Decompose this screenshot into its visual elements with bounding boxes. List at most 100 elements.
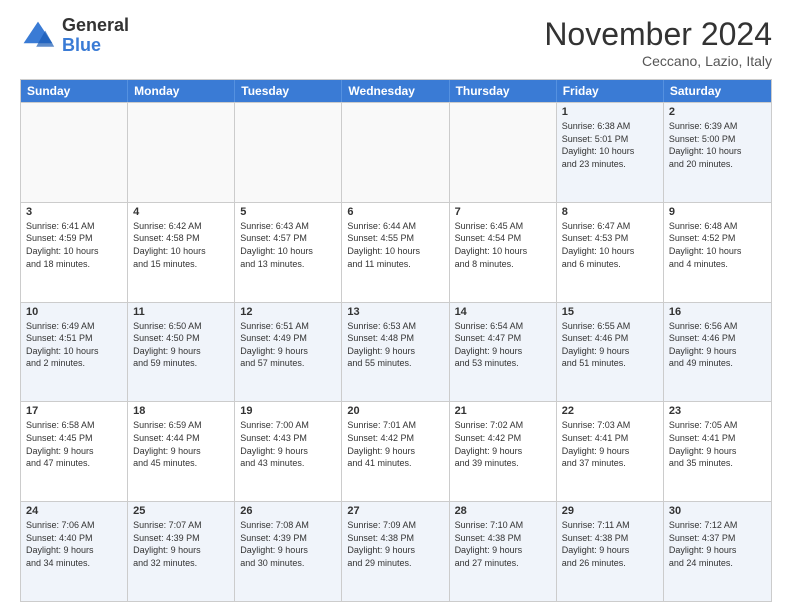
day-cell-21: 21 Sunrise: 7:02 AMSunset: 4:42 PMDayligh…	[450, 402, 557, 501]
day-number: 10	[26, 306, 122, 318]
calendar: SundayMondayTuesdayWednesdayThursdayFrid…	[20, 79, 772, 602]
day-number: 21	[455, 405, 551, 417]
day-info: Sunrise: 6:38 AMSunset: 5:01 PMDaylight:…	[562, 120, 658, 170]
day-cell-20: 20Sunrise: 7:01 AMSunset: 4:42 PMDayligh…	[342, 402, 449, 501]
day-info: Sunrise: 7:09 AMSunset: 4:38 PMDaylight:…	[347, 519, 443, 569]
day-number: 7	[455, 206, 551, 218]
day-number: 19	[240, 405, 336, 417]
month-title: November 2024	[544, 16, 772, 53]
weekday-header-wednesday: Wednesday	[342, 80, 449, 102]
day-info: Sunrise: 7:06 AMSunset: 4:40 PMDaylight:…	[26, 519, 122, 569]
day-cell-7: 7Sunrise: 6:45 AMSunset: 4:54 PMDaylight…	[450, 203, 557, 302]
logo-text: General Blue	[62, 16, 129, 56]
weekday-header-sunday: Sunday	[21, 80, 128, 102]
day-info: Sunrise: 6:50 AMSunset: 4:50 PMDaylight:…	[133, 320, 229, 370]
day-number: 26	[240, 505, 336, 517]
calendar-row-1: 3 Sunrise: 6:41 AMSunset: 4:59 PMDaylight…	[21, 202, 771, 302]
day-info: Sunrise: 6:58 AMSunset: 4:45 PMDaylight:…	[26, 419, 122, 469]
day-number: 8	[562, 206, 658, 218]
weekday-header-friday: Friday	[557, 80, 664, 102]
page: General Blue November 2024 Ceccano, Lazi…	[0, 0, 792, 612]
day-cell-3: 3 Sunrise: 6:41 AMSunset: 4:59 PMDaylight…	[21, 203, 128, 302]
weekday-header-thursday: Thursday	[450, 80, 557, 102]
day-cell-18: 18 Sunrise: 6:59 AMSunset: 4:44 PMDayligh…	[128, 402, 235, 501]
day-cell-17: 17 Sunrise: 6:58 AMSunset: 4:45 PMDayligh…	[21, 402, 128, 501]
day-number: 22	[562, 405, 658, 417]
day-number: 5	[240, 206, 336, 218]
location: Ceccano, Lazio, Italy	[544, 53, 772, 69]
day-cell-12: 12 Sunrise: 6:51 AMSunset: 4:49 PMDayligh…	[235, 303, 342, 402]
day-number: 11	[133, 306, 229, 318]
day-info: Sunrise: 7:05 AMSunset: 4:41 PMDaylight:…	[669, 419, 766, 469]
calendar-row-2: 10 Sunrise: 6:49 AMSunset: 4:51 PMDayligh…	[21, 302, 771, 402]
day-info: Sunrise: 6:55 AMSunset: 4:46 PMDaylight:…	[562, 320, 658, 370]
day-number: 6	[347, 206, 443, 218]
day-info: Sunrise: 6:49 AMSunset: 4:51 PMDaylight:…	[26, 320, 122, 370]
day-info: Sunrise: 6:43 AMSunset: 4:57 PMDaylight:…	[240, 220, 336, 270]
day-cell-8: 8Sunrise: 6:47 AMSunset: 4:53 PMDaylight…	[557, 203, 664, 302]
day-cell-30: 30Sunrise: 7:12 AMSunset: 4:37 PMDayligh…	[664, 502, 771, 601]
empty-cell	[21, 103, 128, 202]
day-cell-15: 15 Sunrise: 6:55 AMSunset: 4:46 PMDayligh…	[557, 303, 664, 402]
day-info: Sunrise: 7:08 AMSunset: 4:39 PMDaylight:…	[240, 519, 336, 569]
day-info: Sunrise: 7:10 AMSunset: 4:38 PMDaylight:…	[455, 519, 551, 569]
day-cell-29: 29 Sunrise: 7:11 AMSunset: 4:38 PMDayligh…	[557, 502, 664, 601]
empty-cell	[128, 103, 235, 202]
day-number: 12	[240, 306, 336, 318]
day-info: Sunrise: 6:51 AMSunset: 4:49 PMDaylight:…	[240, 320, 336, 370]
calendar-row-0: 1Sunrise: 6:38 AMSunset: 5:01 PMDaylight…	[21, 102, 771, 202]
empty-cell	[235, 103, 342, 202]
day-cell-9: 9Sunrise: 6:48 AMSunset: 4:52 PMDaylight…	[664, 203, 771, 302]
day-number: 2	[669, 106, 766, 118]
day-cell-2: 2 Sunrise: 6:39 AMSunset: 5:00 PMDaylight…	[664, 103, 771, 202]
logo-icon	[20, 18, 56, 54]
day-number: 3	[26, 206, 122, 218]
day-info: Sunrise: 7:02 AMSunset: 4:42 PMDaylight:…	[455, 419, 551, 469]
day-info: Sunrise: 6:54 AMSunset: 4:47 PMDaylight:…	[455, 320, 551, 370]
day-number: 23	[669, 405, 766, 417]
day-cell-4: 4Sunrise: 6:42 AMSunset: 4:58 PMDaylight…	[128, 203, 235, 302]
day-cell-14: 14 Sunrise: 6:54 AMSunset: 4:47 PMDayligh…	[450, 303, 557, 402]
day-number: 24	[26, 505, 122, 517]
day-number: 15	[562, 306, 658, 318]
day-info: Sunrise: 7:03 AMSunset: 4:41 PMDaylight:…	[562, 419, 658, 469]
day-number: 9	[669, 206, 766, 218]
calendar-row-4: 24 Sunrise: 7:06 AMSunset: 4:40 PMDayligh…	[21, 501, 771, 601]
day-number: 17	[26, 405, 122, 417]
day-cell-23: 23 Sunrise: 7:05 AMSunset: 4:41 PMDayligh…	[664, 402, 771, 501]
day-cell-19: 19Sunrise: 7:00 AMSunset: 4:43 PMDayligh…	[235, 402, 342, 501]
header: General Blue November 2024 Ceccano, Lazi…	[20, 16, 772, 69]
day-info: Sunrise: 6:56 AMSunset: 4:46 PMDaylight:…	[669, 320, 766, 370]
day-info: Sunrise: 6:41 AMSunset: 4:59 PMDaylight:…	[26, 220, 122, 270]
day-number: 28	[455, 505, 551, 517]
day-info: Sunrise: 6:39 AMSunset: 5:00 PMDaylight:…	[669, 120, 766, 170]
title-block: November 2024 Ceccano, Lazio, Italy	[544, 16, 772, 69]
day-number: 18	[133, 405, 229, 417]
day-cell-10: 10 Sunrise: 6:49 AMSunset: 4:51 PMDayligh…	[21, 303, 128, 402]
day-cell-11: 11 Sunrise: 6:50 AMSunset: 4:50 PMDayligh…	[128, 303, 235, 402]
day-number: 29	[562, 505, 658, 517]
day-cell-24: 24 Sunrise: 7:06 AMSunset: 4:40 PMDayligh…	[21, 502, 128, 601]
day-info: Sunrise: 6:59 AMSunset: 4:44 PMDaylight:…	[133, 419, 229, 469]
day-cell-22: 22 Sunrise: 7:03 AMSunset: 4:41 PMDayligh…	[557, 402, 664, 501]
day-number: 13	[347, 306, 443, 318]
day-info: Sunrise: 6:42 AMSunset: 4:58 PMDaylight:…	[133, 220, 229, 270]
day-cell-6: 6 Sunrise: 6:44 AMSunset: 4:55 PMDaylight…	[342, 203, 449, 302]
day-cell-13: 13Sunrise: 6:53 AMSunset: 4:48 PMDayligh…	[342, 303, 449, 402]
day-info: Sunrise: 6:44 AMSunset: 4:55 PMDaylight:…	[347, 220, 443, 270]
day-number: 14	[455, 306, 551, 318]
day-number: 25	[133, 505, 229, 517]
day-number: 20	[347, 405, 443, 417]
day-cell-1: 1Sunrise: 6:38 AMSunset: 5:01 PMDaylight…	[557, 103, 664, 202]
weekday-header-monday: Monday	[128, 80, 235, 102]
day-cell-5: 5 Sunrise: 6:43 AMSunset: 4:57 PMDaylight…	[235, 203, 342, 302]
weekday-header-tuesday: Tuesday	[235, 80, 342, 102]
calendar-row-3: 17 Sunrise: 6:58 AMSunset: 4:45 PMDayligh…	[21, 401, 771, 501]
day-info: Sunrise: 7:11 AMSunset: 4:38 PMDaylight:…	[562, 519, 658, 569]
empty-cell	[342, 103, 449, 202]
day-number: 16	[669, 306, 766, 318]
day-number: 27	[347, 505, 443, 517]
day-info: Sunrise: 7:07 AMSunset: 4:39 PMDaylight:…	[133, 519, 229, 569]
day-cell-28: 28 Sunrise: 7:10 AMSunset: 4:38 PMDayligh…	[450, 502, 557, 601]
day-cell-26: 26 Sunrise: 7:08 AMSunset: 4:39 PMDayligh…	[235, 502, 342, 601]
